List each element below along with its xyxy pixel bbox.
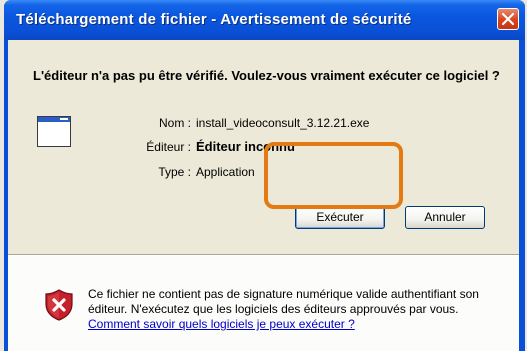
security-shield-icon bbox=[45, 289, 73, 321]
warning-text: Ce fichier ne contient pas de signature … bbox=[88, 287, 479, 316]
title-bar[interactable]: Téléchargement de fichier - Avertissemen… bbox=[4, 0, 525, 40]
run-button-highlight bbox=[264, 142, 403, 209]
app-icon-controls bbox=[60, 118, 68, 120]
name-label: Nom : bbox=[158, 116, 191, 130]
close-button[interactable] bbox=[497, 8, 519, 30]
application-icon bbox=[37, 116, 71, 147]
security-question: L'éditeur n'a pas pu être vérifié. Voule… bbox=[33, 68, 500, 83]
type-value: Application bbox=[196, 165, 255, 179]
warning-message: Ce fichier ne contient pas de signature … bbox=[88, 287, 513, 332]
run-button[interactable]: Exécuter bbox=[295, 206, 385, 229]
type-label: Type : bbox=[158, 165, 191, 179]
close-icon bbox=[502, 13, 514, 25]
help-link[interactable]: Comment savoir quels logiciels je peux e… bbox=[88, 317, 355, 331]
publisher-label: Éditeur : bbox=[146, 140, 191, 154]
dialog-title: Téléchargement de fichier - Avertissemen… bbox=[16, 11, 412, 28]
cancel-button[interactable]: Annuler bbox=[405, 206, 485, 229]
file-info-panel: L'éditeur n'a pas pu être vérifié. Voule… bbox=[8, 40, 519, 254]
name-value: install_videoconsult_3.12.21.exe bbox=[196, 116, 370, 130]
